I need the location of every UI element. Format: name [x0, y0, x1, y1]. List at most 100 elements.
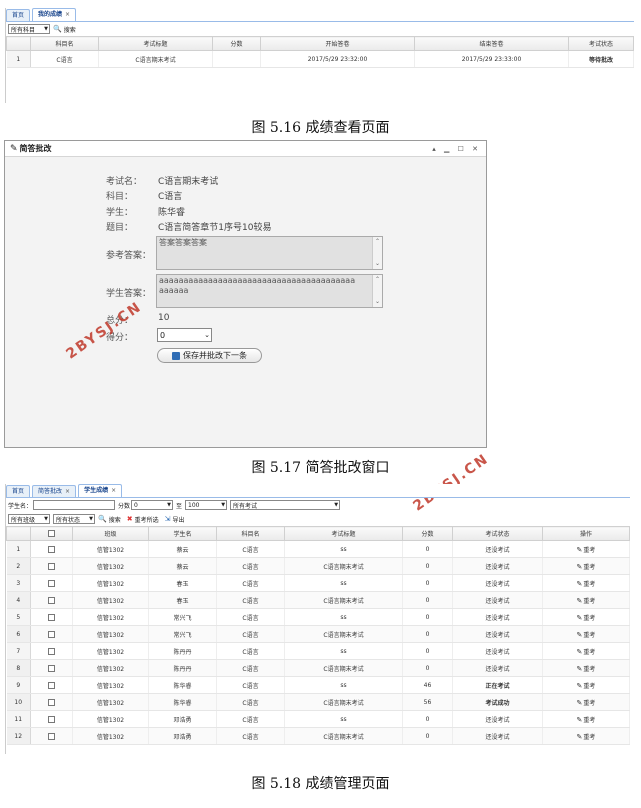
retake-button[interactable]: ✎重考	[577, 682, 596, 690]
retake-button[interactable]: ✎重考	[577, 716, 596, 724]
col-header[interactable]: 分数	[402, 526, 453, 541]
field-question: 题目： C语言简答章节1序号10较易	[106, 220, 271, 233]
search-button[interactable]: 🔍 搜索	[98, 515, 121, 524]
table-row[interactable]: 9 信管1302 陈华睿 C语言 ss 46 正在考试 ✎重考	[6, 676, 630, 694]
retake-button[interactable]: ✎重考	[577, 631, 596, 639]
field-reference-label: 参考答案：	[106, 248, 158, 261]
tab-home[interactable]: 首页	[6, 9, 31, 21]
retake-button[interactable]: ✎重考	[577, 546, 596, 554]
table-row[interactable]: 10 信管1302 陈华睿 C语言 C语言期末考试 56 考试成功 ✎重考	[6, 693, 630, 711]
score-select[interactable]: 0 ⌄	[157, 328, 212, 342]
select-all-cell[interactable]	[30, 526, 73, 541]
retake-button[interactable]: ✎重考	[576, 562, 596, 571]
row-checkbox[interactable]	[48, 596, 55, 604]
score-from-select[interactable]: 0 ▼	[131, 500, 174, 510]
tab-student-scores[interactable]: 学生成绩 ×	[78, 484, 123, 497]
row-checkbox[interactable]	[48, 579, 55, 587]
col-header[interactable]: 科目名	[216, 526, 285, 541]
retake-button[interactable]: ✎重考	[577, 733, 596, 741]
col-header[interactable]: 学生名	[148, 526, 217, 541]
table-row[interactable]: 7 信管1302 陈丹丹 C语言 ss 0 还没考试 ✎重考	[6, 642, 630, 660]
retake-button[interactable]: ✎重考	[577, 699, 596, 707]
row-checkbox-cell[interactable]	[30, 710, 73, 728]
subject-select[interactable]: 所有科目 ▼	[8, 24, 50, 34]
retake-button[interactable]: ✎重考	[577, 580, 596, 588]
retake-button[interactable]: ✎重考	[577, 614, 596, 622]
row-checkbox[interactable]	[48, 732, 55, 740]
field-subject: 科目： C语言	[106, 189, 182, 202]
select-all-checkbox[interactable]	[48, 530, 55, 537]
row-checkbox-cell[interactable]	[30, 642, 73, 660]
window-titlebar[interactable]: ✎ 简答批改 ▴ ▁ ☐ ✕	[5, 141, 486, 157]
col-header[interactable]: 考试标题	[284, 526, 403, 541]
row-checkbox[interactable]	[48, 698, 55, 706]
table-row[interactable]: 1 C语言 C语言期末考试 2017/5/29 23:32:00 2017/5/…	[6, 50, 634, 68]
tab-grading[interactable]: 简答批改 ×	[32, 485, 77, 497]
row-checkbox-cell[interactable]	[30, 540, 73, 558]
row-checkbox-cell[interactable]	[30, 693, 73, 711]
export-button[interactable]: ⇲ 导出	[165, 515, 185, 524]
class-select[interactable]: 所有班级 ▼	[8, 514, 50, 524]
score-to-select[interactable]: 100 ▼	[185, 500, 228, 510]
row-checkbox[interactable]	[48, 715, 55, 723]
col-header[interactable]: 科目名	[30, 36, 99, 51]
col-header[interactable]: 班级	[72, 526, 149, 541]
table-row[interactable]: 2 信管1302 蔡云 C语言 C语言期末考试 0 还没考试 ✎重考	[6, 557, 630, 575]
table-row[interactable]: 4 信管1302 春玉 C语言 C语言期末考试 0 还没考试 ✎重考	[6, 591, 630, 609]
retake-button[interactable]: ✎重考	[577, 597, 596, 605]
table-row[interactable]: 3 信管1302 春玉 C语言 ss 0 还没考试 ✎重考	[6, 574, 630, 592]
table-row[interactable]: 8 信管1302 陈丹丹 C语言 C语言期末考试 0 还没考试 ✎重考	[6, 659, 630, 677]
search-button[interactable]: 🔍 搜索	[53, 25, 76, 34]
col-header[interactable]: 考试状态	[568, 36, 634, 51]
exam-select[interactable]: 所有考试 ▼	[230, 500, 341, 510]
student-answer-textarea[interactable]: aaaaaaaaaaaaaaaaaaaaaaaaaaaaaaaaaaaaaaaa…	[156, 274, 383, 308]
close-icon[interactable]: ×	[111, 487, 116, 494]
row-checkbox-cell[interactable]	[30, 557, 73, 575]
table-row[interactable]: 6 信管1302 常兴飞 C语言 C语言期末考试 0 还没考试 ✎重考	[6, 625, 630, 643]
table-row[interactable]: 5 信管1302 常兴飞 C语言 ss 0 还没考试 ✎重考	[6, 608, 630, 626]
row-checkbox[interactable]	[48, 681, 55, 689]
row-checkbox-cell[interactable]	[30, 659, 73, 677]
col-header[interactable]: 考试状态	[452, 526, 543, 541]
table-row[interactable]: 12 信管1302 邓浩勇 C语言 C语言期末考试 0 还没考试 ✎重考	[6, 727, 630, 745]
row-checkbox[interactable]	[48, 630, 55, 638]
row-checkbox-cell[interactable]	[30, 676, 73, 694]
col-header[interactable]: 考试标题	[98, 36, 213, 51]
close-icon[interactable]: ×	[65, 488, 70, 495]
retake-selected-button[interactable]: ✖ 重考所选	[127, 515, 159, 524]
row-checkbox[interactable]	[48, 664, 55, 672]
fig2-caption: 图 5.17 简答批改窗口	[251, 460, 390, 476]
table-row[interactable]: 11 信管1302 邓浩勇 C语言 ss 0 还没考试 ✎重考	[6, 710, 630, 728]
row-checkbox-cell[interactable]	[30, 625, 73, 643]
row-checkbox-cell[interactable]	[30, 574, 73, 592]
scrollbar[interactable]: ⌃ ⌄	[372, 237, 382, 269]
row-checkbox[interactable]	[48, 647, 55, 655]
retake-label: 重考	[583, 563, 596, 571]
tab-my-scores[interactable]: 我的成绩 ×	[32, 8, 77, 21]
retake-button[interactable]: ✎重考	[577, 648, 596, 656]
window-controls[interactable]: ▴ ▁ ☐ ✕	[432, 145, 481, 153]
row-number: 9	[6, 676, 31, 694]
row-checkbox-cell[interactable]	[30, 727, 73, 745]
row-checkbox-cell[interactable]	[30, 608, 73, 626]
col-header[interactable]: 开始答卷	[260, 36, 415, 51]
scrollbar[interactable]: ⌃ ⌄	[372, 275, 382, 307]
cell-status: 还没考试	[452, 625, 543, 643]
tab-home[interactable]: 首页	[6, 485, 31, 497]
col-header[interactable]: 结束答卷	[414, 36, 569, 51]
student-name-input[interactable]	[33, 500, 116, 510]
reference-answer-textarea[interactable]: 答案答案答案 ⌃ ⌄	[156, 236, 383, 270]
retake-button[interactable]: ✎重考	[577, 665, 596, 673]
table-row[interactable]: 1 信管1302 蔡云 C语言 ss 0 还没考试 ✎重考	[6, 540, 630, 558]
col-header[interactable]: 分数	[212, 36, 261, 51]
save-next-button[interactable]: 保存并批改下一条	[157, 348, 262, 363]
cell-class: 信管1302	[72, 557, 149, 575]
edit-icon: ✎	[10, 144, 18, 154]
close-icon[interactable]: ×	[65, 11, 70, 18]
row-checkbox[interactable]	[48, 613, 55, 621]
status-select[interactable]: 所有状态 ▼	[53, 514, 95, 524]
row-checkbox[interactable]	[48, 545, 55, 553]
row-checkbox[interactable]	[48, 562, 55, 570]
row-checkbox-cell[interactable]	[30, 591, 73, 609]
edit-icon: ✎	[576, 562, 583, 571]
